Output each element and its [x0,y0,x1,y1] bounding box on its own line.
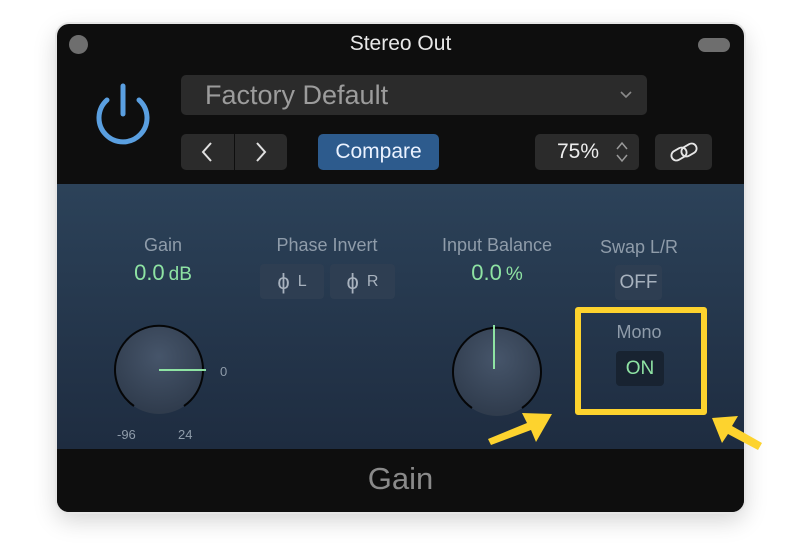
gain-center-tick: 0 [220,364,228,379]
compare-button[interactable]: Compare [318,134,439,170]
gain-unit: dB [168,264,192,285]
input-balance-number: 0.0 [471,260,502,285]
input-balance-value[interactable]: 0.0% [437,260,557,286]
zoom-stepper[interactable]: 75% [535,134,639,170]
plugin-name: Gain [367,461,434,496]
phase-invert-right-button[interactable]: ϕ R [330,264,395,299]
gain-max-tick: 24 [178,427,193,442]
input-balance-label: Input Balance [441,235,553,255]
phi-icon: ϕ [277,268,290,294]
gain-value[interactable]: 0.0 dB [103,260,223,286]
gain-label: Gain [143,235,183,255]
phase-left-label: L [297,272,307,290]
phi-icon: ϕ [346,268,359,294]
arrow-icon [712,416,762,450]
next-preset-button[interactable] [235,134,288,170]
phase-invert-left-button[interactable]: ϕ L [260,264,324,299]
zoom-value: 75% [557,140,600,163]
gain-min-tick: -96 [117,427,136,442]
link-icon [670,142,697,162]
phase-right-label: R [366,272,379,290]
arrow-icon [488,413,552,445]
collapse-button[interactable] [698,38,730,52]
chevron-down-icon [620,91,632,99]
previous-preset-button[interactable] [181,134,234,170]
chevron-left-icon [201,142,212,162]
swap-lr-label: Swap L/R [599,237,679,257]
swap-lr-toggle[interactable]: OFF [615,265,662,300]
plugin-window: Stereo Out Factory Default Compare 75% G… [57,24,744,512]
stepper-icon [616,141,628,163]
preset-dropdown[interactable]: Factory Default [181,75,647,115]
footer: Gain [57,449,744,512]
phase-invert-label: Phase Invert [276,235,378,255]
window-title: Stereo Out [349,32,452,55]
input-balance-knob[interactable] [450,325,544,419]
link-button[interactable] [655,134,712,170]
mono-highlight-box [575,307,707,415]
gain-knob[interactable] [112,323,206,417]
chevron-right-icon [256,142,267,162]
power-icon [96,83,150,145]
preset-nav [181,134,287,170]
power-button[interactable] [87,80,159,152]
gain-value-number: 0.0 [134,260,165,285]
input-balance-unit: % [505,264,523,285]
preset-value: Factory Default [205,80,389,110]
